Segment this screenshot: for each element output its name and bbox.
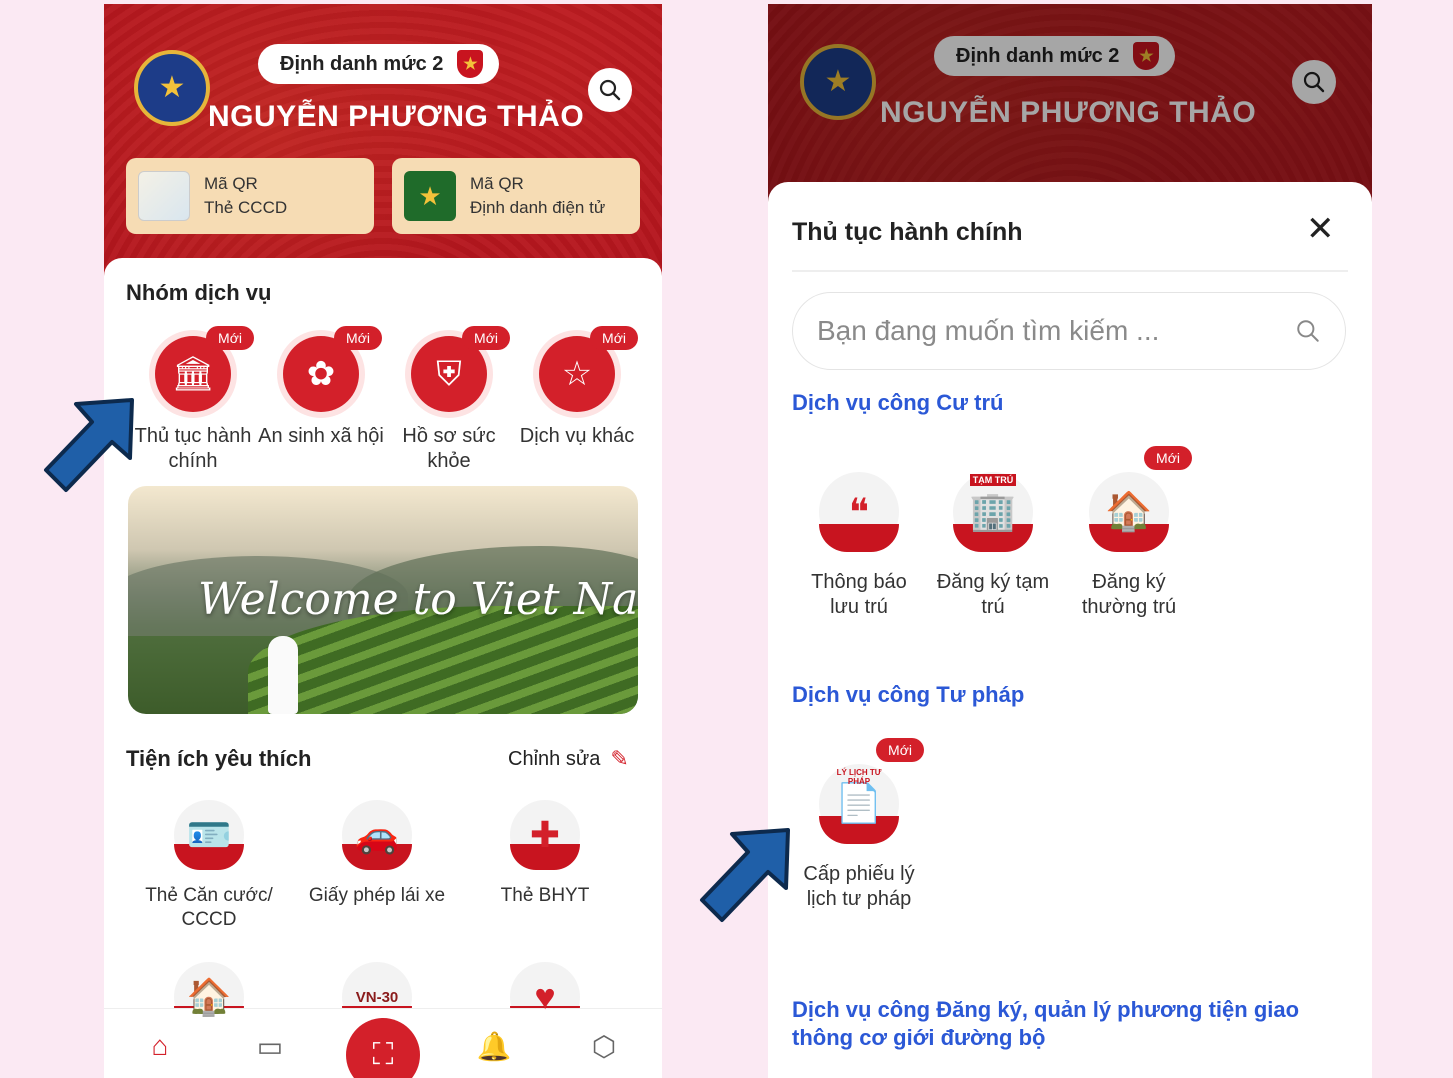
service-stay-notice[interactable]: ❝ Thông báo lưu trú [794,472,924,620]
close-icon: ✕ [1306,210,1335,248]
scan-qr-button[interactable]: ⛶ [346,1018,420,1078]
procedures-modal: Thủ tục hành chính ✕ Dịch vụ công Cư trú… [768,182,1372,1078]
qr-card-title: Mã QR [470,174,524,193]
favorite-label: Thẻ Căn cước/ CCCD [145,885,273,930]
search-icon [1297,320,1319,342]
qr-card-title: Mã QR [204,174,258,193]
user-name: NGUYỄN PHƯƠNG THẢO [208,100,585,133]
digital-id-emblem-icon: ★ [404,171,456,221]
divider [792,270,1348,272]
service-label: Thông báo lưu trú [811,571,907,618]
category-title-justice: Dịch vụ công Tư pháp [792,682,1025,707]
qr-card-digital-id[interactable]: ★ Mã QR Định danh điện tử [392,158,640,234]
favorite-driving-license[interactable]: 🚗 Giấy phép lái xe [292,800,462,908]
id-card-thumb-icon [138,171,190,221]
tab-settings[interactable]: ⬡ [584,1026,624,1066]
id-card-icon: 🪪 [174,800,244,870]
service-temp-residence[interactable]: TẠM TRÚ 🏢 Đăng ký tạm trú [928,472,1058,620]
new-badge: Mới [334,326,382,350]
search-field[interactable] [792,292,1346,370]
shield-star-icon: ★ [457,50,484,78]
dim-overlay[interactable] [768,4,1372,204]
new-badge: Mới [462,326,510,350]
phone-screen-home: ★ Định danh mức 2 ★ NGUYỄN PHƯƠNG THẢO M… [104,4,662,1078]
service-label: Dịch vụ khác [519,425,635,447]
close-button[interactable]: ✕ [1306,212,1335,246]
police-emblem-icon: ★ [134,50,210,126]
bottom-tab-bar: ⌂ ▭ ⛶ 🔔 ⬡ [104,1008,662,1078]
welcome-banner[interactable]: Welcome to Viet Nam [128,486,638,714]
home-icon: ⌂ [151,1030,169,1061]
favorite-id-card[interactable]: 🪪 Thẻ Căn cước/ CCCD [124,800,294,932]
bell-icon: 🔔 [476,1030,512,1062]
service-group-title: Nhóm dịch vụ [126,280,272,305]
permanent-residence-icon: 🏠 [1089,472,1169,552]
favorites-title: Tiện ích yêu thích [126,746,312,771]
service-health-record[interactable]: Mới ⛨ Hồ sơ sức khỏe [384,326,514,474]
favorite-health-insurance[interactable]: ✚ Thẻ BHYT [460,800,630,908]
tab-wallet[interactable]: ▭ [250,1026,290,1066]
identity-level-label: Định danh mức 2 [280,52,444,75]
edit-label: Chỉnh sửa [508,747,601,770]
banner-text: Welcome to Viet Nam [198,574,638,625]
favorite-label: Thẻ BHYT [500,885,590,906]
search-input[interactable] [817,315,1295,347]
wallet-icon: ▭ [256,1030,284,1062]
new-badge: Mới [590,326,638,350]
new-badge: Mới [876,738,924,762]
category-title-residence: Dịch vụ công Cư trú [792,390,1004,415]
service-label: Đăng ký thường trú [1081,571,1177,618]
new-badge: Mới [1144,446,1192,470]
qr-card-subtitle: Thẻ CCCD [204,198,288,217]
health-insurance-icon: ✚ [510,800,580,870]
banner-figure [268,636,298,714]
pencil-icon: ✎ [610,746,629,771]
tab-notifications[interactable]: 🔔 [474,1026,514,1066]
judicial-record-icon: LÝ LỊCH TƯ PHÁP 📄 [819,764,899,844]
service-social-security[interactable]: Mới ✿ An sinh xã hội [256,326,386,449]
pointer-arrow-icon [700,828,790,922]
edit-favorites-button[interactable]: Chỉnh sửa ✎ [508,746,629,772]
service-label: Hồ sơ sức khỏe [402,425,496,472]
qr-card-cccd[interactable]: Mã QR Thẻ CCCD [126,158,374,234]
vn30-label: VN-30 [355,988,399,1006]
tab-home[interactable]: ⌂ [140,1026,180,1066]
service-other[interactable]: Mới ☆ Dịch vụ khác [512,326,642,449]
phone-screen-procedures: ★ Định danh mức 2 ★ NGUYỄN PHƯƠNG THẢO T… [768,4,1372,1078]
temp-residence-icon: TẠM TRÚ 🏢 [953,472,1033,552]
car-license-icon: 🚗 [342,800,412,870]
search-button[interactable] [588,68,632,112]
service-label: Đăng ký tạm trú [936,571,1050,618]
scan-icon: ⛶ [372,1038,394,1071]
search-icon [599,79,621,101]
notice-stay-icon: ❝ [819,472,899,552]
identity-level-badge[interactable]: Định danh mức 2 ★ [258,44,500,84]
modal-title: Thủ tục hành chính [792,218,1023,246]
category-title-vehicle: Dịch vụ công Đăng ký, quản lý phương tiệ… [792,997,1300,1050]
qr-card-subtitle: Định danh điện tử [470,198,606,217]
temp-residence-tag: TẠM TRÚ [969,474,1017,486]
gear-icon: ⬡ [591,1030,617,1062]
judicial-record-tag: LÝ LỊCH TƯ PHÁP [836,768,882,786]
service-permanent-residence[interactable]: Mới 🏠 Đăng ký thường trú [1064,446,1194,620]
favorite-label: Giấy phép lái xe [308,885,446,906]
service-label: An sinh xã hội [258,425,384,447]
pointer-arrow-icon [44,398,134,492]
new-badge: Mới [206,326,254,350]
